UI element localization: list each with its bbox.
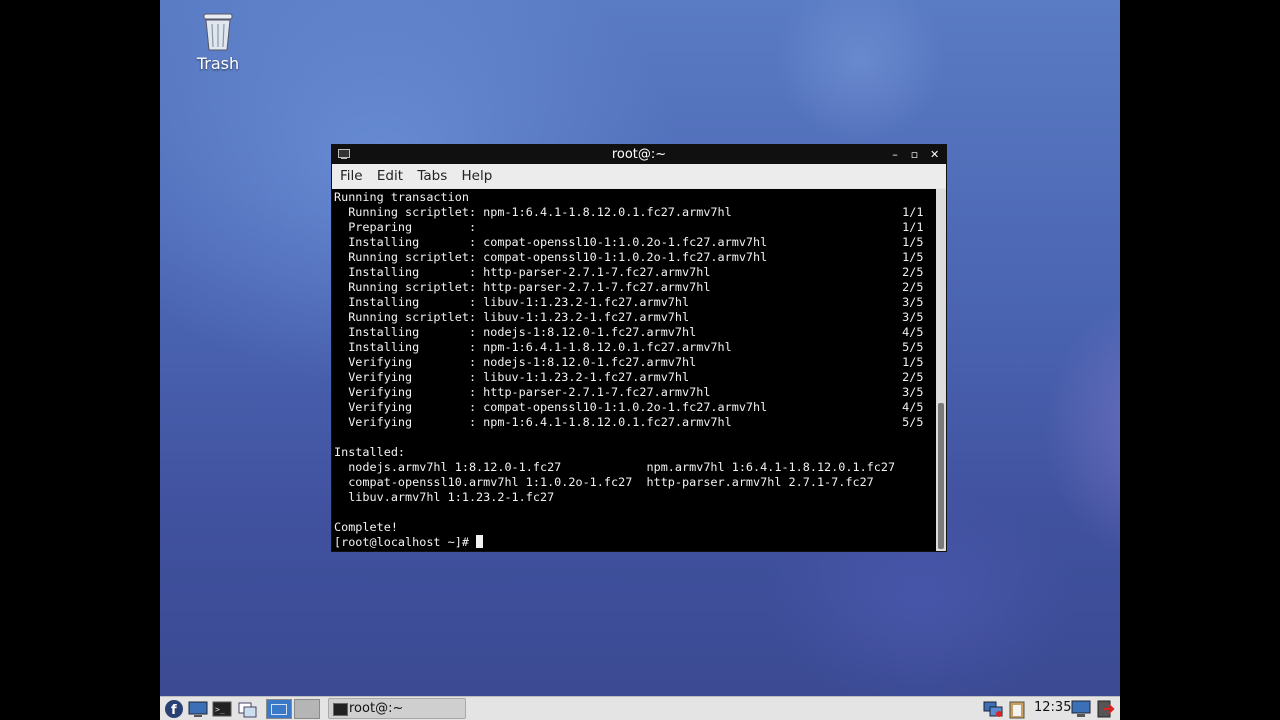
- terminal-line: Verifying : npm-1:6.4.1-1.8.12.0.1.fc27.…: [334, 415, 924, 429]
- taskbar: f >_ root@:~ 12:35: [160, 696, 1120, 720]
- shell-prompt: [root@localhost ~]#: [334, 535, 477, 549]
- terminal-line: Installing : nodejs-1:8.12.0-1.fc27.armv…: [334, 325, 924, 339]
- window-list-icon[interactable]: [237, 699, 259, 719]
- menu-bar: File Edit Tabs Help: [332, 164, 946, 188]
- terminal-icon: [333, 703, 348, 716]
- terminal-line: Running transaction: [334, 190, 469, 204]
- terminal-icon[interactable]: >_: [211, 699, 233, 719]
- terminal-line: Running scriptlet: compat-openssl10-1:1.…: [334, 250, 924, 264]
- maximize-button[interactable]: ▫: [911, 145, 923, 164]
- desktop: Trash root@:~ – ▫ ✕ File Edit Tabs Help …: [160, 0, 1120, 696]
- terminal-line: Installed:: [334, 445, 406, 459]
- terminal-scrollbar[interactable]: [936, 189, 946, 551]
- workspace-1[interactable]: [266, 699, 292, 719]
- terminal-line: Installing : libuv-1:1.23.2-1.fc27.armv7…: [334, 295, 924, 309]
- window-titlebar[interactable]: root@:~ – ▫ ✕: [332, 145, 946, 164]
- svg-text:>_: >_: [215, 705, 225, 714]
- menu-edit[interactable]: Edit: [373, 164, 407, 188]
- window-title: root@:~: [611, 147, 667, 162]
- terminal-line: Verifying : nodejs-1:8.12.0-1.fc27.armv7…: [334, 355, 924, 369]
- menu-file[interactable]: File: [336, 164, 367, 188]
- file-manager-icon[interactable]: [187, 699, 209, 719]
- desktop-icon-trash[interactable]: Trash: [188, 10, 248, 73]
- terminal-line: Complete!: [334, 520, 398, 534]
- clock[interactable]: 12:35: [1034, 700, 1071, 715]
- terminal-line: libuv.armv7hl 1:1.23.2-1.fc27: [334, 490, 555, 504]
- scrollbar-thumb[interactable]: [938, 403, 944, 549]
- terminal-line: Installing : http-parser-2.7.1-7.fc27.ar…: [334, 265, 924, 279]
- logout-icon[interactable]: [1094, 699, 1116, 719]
- terminal-line: nodejs.armv7hl 1:8.12.0-1.fc27 npm.armv7…: [334, 460, 896, 474]
- desktop-icon-label: Trash: [196, 54, 240, 73]
- terminal-line: Running scriptlet: http-parser-2.7.1-7.f…: [334, 280, 924, 294]
- close-button[interactable]: ✕: [930, 145, 942, 164]
- svg-text:f: f: [171, 703, 177, 718]
- terminal-output[interactable]: Running transaction Running scriptlet: n…: [332, 189, 936, 551]
- network-icon[interactable]: [982, 699, 1004, 719]
- terminal-line: Preparing : 1/1: [334, 220, 924, 234]
- clipboard-icon[interactable]: [1006, 699, 1028, 719]
- terminal-line: Installing : npm-1:6.4.1-1.8.12.0.1.fc27…: [334, 340, 924, 354]
- display-icon[interactable]: [1070, 699, 1092, 719]
- terminal-window[interactable]: root@:~ – ▫ ✕ File Edit Tabs Help Runnin…: [331, 144, 947, 552]
- menu-help[interactable]: Help: [458, 164, 497, 188]
- terminal-line: Verifying : compat-openssl10-1:1.0.2o-1.…: [334, 400, 924, 414]
- text-cursor: [476, 535, 484, 548]
- terminal-line: Running scriptlet: libuv-1:1.23.2-1.fc27…: [334, 310, 924, 324]
- terminal-line: Installing : compat-openssl10-1:1.0.2o-1…: [334, 235, 924, 249]
- terminal-prompt-line: [root@localhost ~]#: [332, 535, 936, 550]
- terminal-line: Verifying : http-parser-2.7.1-7.fc27.arm…: [334, 385, 924, 399]
- trash-icon: [203, 13, 233, 51]
- terminal-line: compat-openssl10.armv7hl 1:1.0.2o-1.fc27…: [334, 475, 874, 489]
- terminal-line: Running scriptlet: npm-1:6.4.1-1.8.12.0.…: [334, 205, 924, 219]
- terminal-window-icon: [338, 149, 350, 159]
- terminal-line: Verifying : libuv-1:1.23.2-1.fc27.armv7h…: [334, 370, 924, 384]
- minimize-button[interactable]: –: [891, 145, 903, 164]
- taskbar-task-label: root@:~: [349, 701, 404, 716]
- taskbar-terminal-button[interactable]: root@:~: [328, 698, 466, 719]
- workspace-2[interactable]: [294, 699, 320, 719]
- fedora-menu-icon[interactable]: f: [163, 699, 185, 719]
- menu-tabs[interactable]: Tabs: [413, 164, 451, 188]
